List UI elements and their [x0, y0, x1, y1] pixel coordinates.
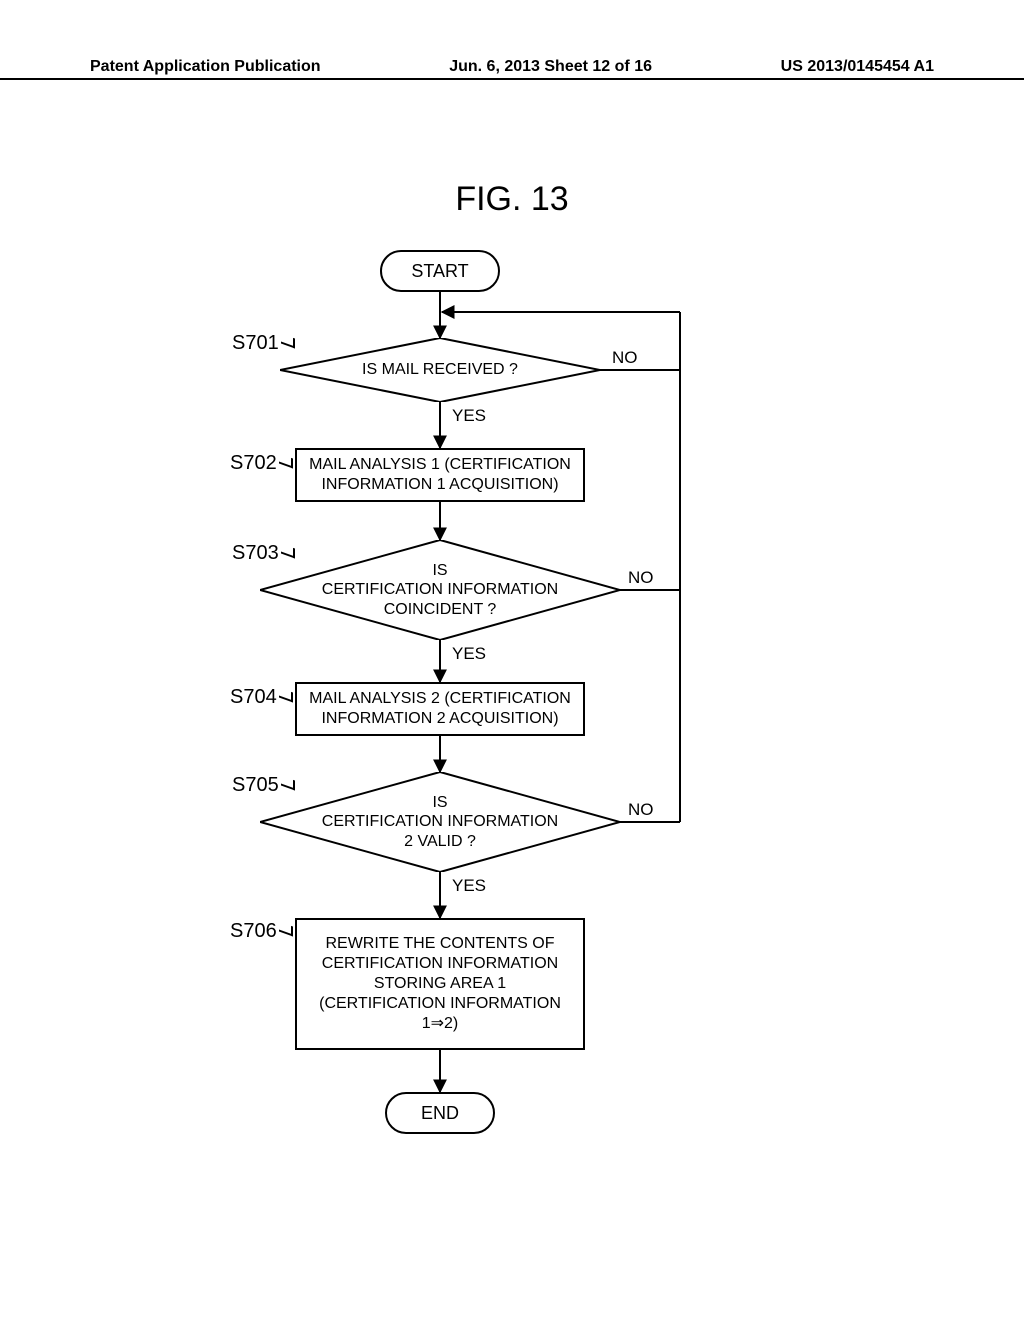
- process-s704-text: MAIL ANALYSIS 2 (CERTIFICATION INFORMATI…: [305, 689, 575, 729]
- step-label-s706: S706: [230, 920, 293, 943]
- process-s702: MAIL ANALYSIS 1 (CERTIFICATION INFORMATI…: [295, 448, 585, 502]
- process-s702-text: MAIL ANALYSIS 1 (CERTIFICATION INFORMATI…: [305, 455, 575, 495]
- yes-label-s705: YES: [452, 876, 486, 896]
- yes-label-s703: YES: [452, 644, 486, 664]
- process-s706: REWRITE THE CONTENTS OF CERTIFICATION IN…: [295, 918, 585, 1050]
- decision-s701-text: IS MAIL RECEIVED ?: [280, 338, 600, 402]
- start-label: START: [411, 261, 468, 282]
- step-label-s701: S701: [232, 332, 295, 355]
- terminator-end: END: [385, 1092, 495, 1134]
- decision-s705: IS CERTIFICATION INFORMATION 2 VALID ?: [260, 772, 620, 872]
- no-label-s701: NO: [612, 348, 638, 368]
- page-header: Patent Application Publication Jun. 6, 2…: [0, 78, 1024, 98]
- no-label-s703: NO: [628, 568, 654, 588]
- process-s706-text: REWRITE THE CONTENTS OF CERTIFICATION IN…: [319, 934, 561, 1034]
- flowchart: START IS MAIL RECEIVED ? S701 NO YES MAI…: [180, 240, 820, 1190]
- step-label-s704: S704: [230, 686, 293, 709]
- end-label: END: [421, 1103, 459, 1124]
- figure-title: FIG. 13: [0, 180, 1024, 219]
- process-s704: MAIL ANALYSIS 2 (CERTIFICATION INFORMATI…: [295, 682, 585, 736]
- decision-s703-text: IS CERTIFICATION INFORMATION COINCIDENT …: [260, 540, 620, 640]
- terminator-start: START: [380, 250, 500, 292]
- decision-s705-text: IS CERTIFICATION INFORMATION 2 VALID ?: [260, 772, 620, 872]
- decision-s703: IS CERTIFICATION INFORMATION COINCIDENT …: [260, 540, 620, 640]
- step-label-s705: S705: [232, 774, 295, 797]
- decision-s701: IS MAIL RECEIVED ?: [280, 338, 600, 402]
- yes-label-s701: YES: [452, 406, 486, 426]
- header-right: US 2013/0145454 A1: [781, 58, 934, 76]
- step-label-s702: S702: [230, 452, 293, 475]
- header-center: Jun. 6, 2013 Sheet 12 of 16: [449, 58, 652, 76]
- header-left: Patent Application Publication: [90, 58, 321, 76]
- step-label-s703: S703: [232, 542, 295, 565]
- no-label-s705: NO: [628, 800, 654, 820]
